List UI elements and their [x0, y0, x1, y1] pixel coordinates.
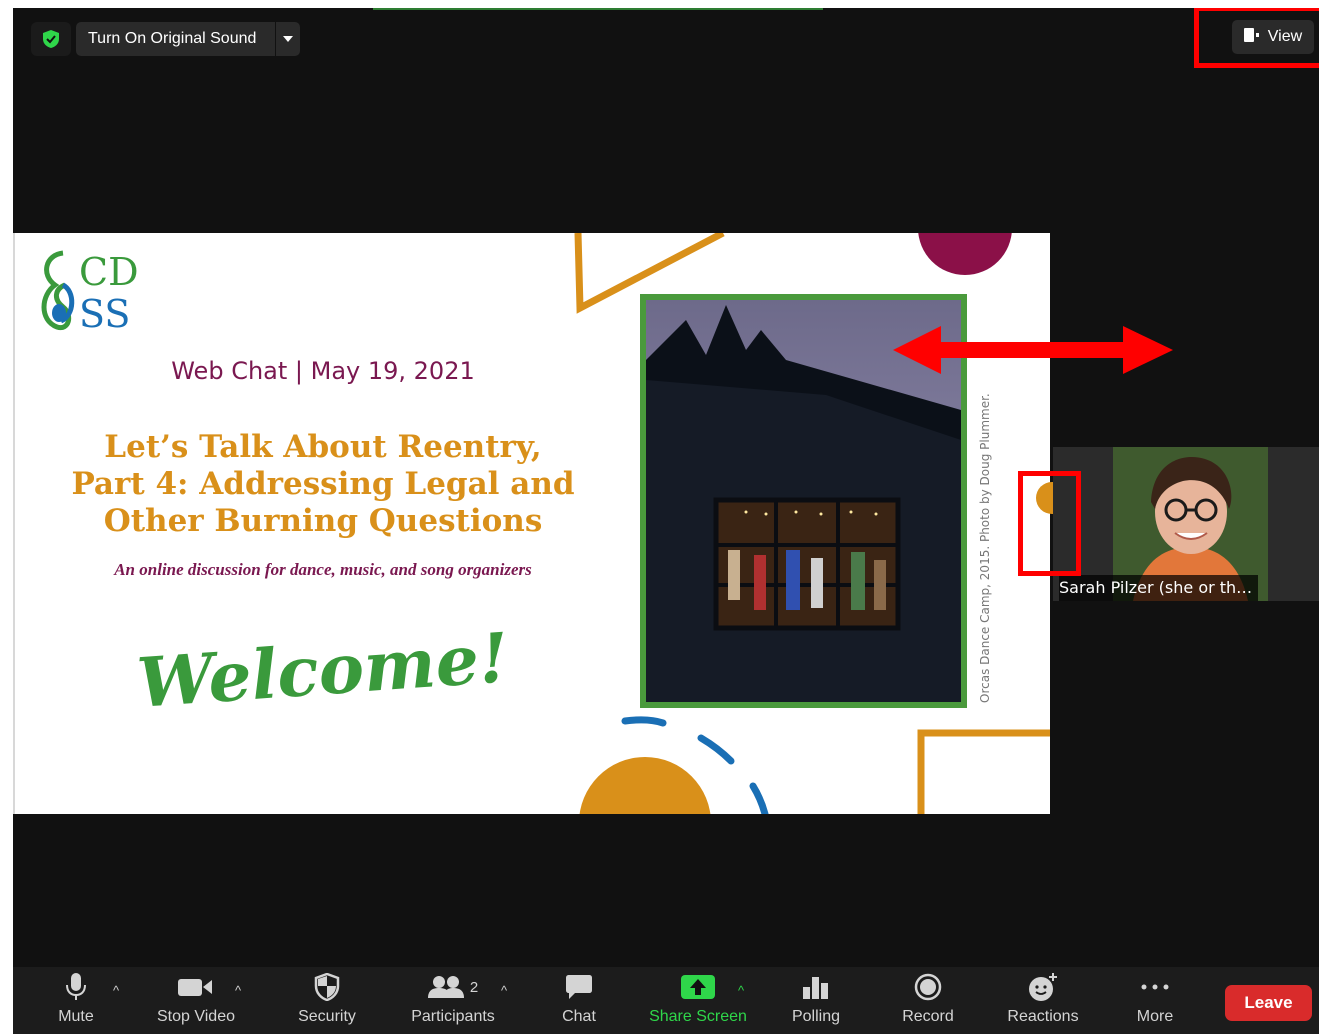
original-sound-label: Turn On Original Sound	[88, 30, 257, 47]
participants-count: 2	[469, 978, 479, 996]
security-button[interactable]: Security	[291, 967, 363, 1034]
reactions-button[interactable]: Reactions	[1003, 967, 1083, 1034]
stop-video-label: Stop Video	[157, 1008, 235, 1025]
shared-screen-slide: CD SS Web Chat | May 19, 2021 Let’s Talk…	[13, 233, 1050, 814]
view-layout-icon	[1243, 27, 1260, 47]
leave-button[interactable]: Leave	[1225, 985, 1312, 1021]
security-shield-icon	[314, 967, 340, 1007]
chat-bubble-icon	[565, 967, 593, 1007]
audio-options-caret-icon[interactable]: ^	[113, 983, 119, 998]
meeting-toolbar: Mute ^ Stop Video ^ Security 2 Participa…	[13, 967, 1319, 1034]
slide-subtitle: Web Chat | May 19, 2021	[171, 357, 475, 385]
share-screen-label: Share Screen	[649, 1008, 747, 1025]
annotation-double-arrow	[893, 326, 1173, 374]
stop-video-button[interactable]: Stop Video	[151, 967, 241, 1034]
record-label: Record	[902, 1008, 954, 1025]
more-dots-icon	[1141, 967, 1169, 1007]
logo-text-cd: CD	[79, 250, 139, 294]
mute-button[interactable]: Mute	[51, 967, 101, 1034]
security-label: Security	[298, 1008, 356, 1025]
chat-label: Chat	[562, 1008, 596, 1025]
encryption-shield-icon[interactable]	[31, 22, 71, 56]
record-icon	[914, 967, 942, 1007]
polling-label: Polling	[791, 1008, 841, 1025]
view-label: View	[1267, 28, 1303, 45]
video-options-caret-icon[interactable]: ^	[235, 983, 241, 998]
participants-label: Participants	[411, 1008, 495, 1025]
reactions-label: Reactions	[1007, 1008, 1079, 1025]
share-screen-button[interactable]: Share Screen	[643, 967, 753, 1034]
more-label: More	[1136, 1008, 1174, 1025]
slide-tagline: An online discussion for dance, music, a…	[114, 560, 532, 579]
slide-headline: Let’s Talk About Reentry, Part 4: Addres…	[13, 429, 633, 540]
headline-line-2: Part 4: Addressing Legal and	[71, 466, 575, 502]
reactions-emoji-icon	[1028, 967, 1058, 1007]
participants-options-caret-icon[interactable]: ^	[501, 983, 507, 998]
participants-button[interactable]: 2 Participants	[403, 967, 503, 1034]
share-screen-icon	[681, 967, 715, 1007]
mute-label: Mute	[58, 1008, 94, 1025]
participants-icon: 2	[427, 967, 479, 1007]
headline-line-3: Other Burning Questions	[103, 503, 543, 539]
video-camera-icon	[178, 967, 214, 1007]
original-sound-dropdown-icon[interactable]	[275, 22, 300, 56]
record-button[interactable]: Record	[899, 967, 957, 1034]
chat-button[interactable]: Chat	[555, 967, 603, 1034]
view-button[interactable]: View	[1232, 20, 1314, 54]
polling-chart-icon	[803, 967, 829, 1007]
microphone-icon	[65, 967, 87, 1007]
polling-button[interactable]: Polling	[787, 967, 845, 1034]
headline-line-1: Let’s Talk About Reentry,	[104, 429, 542, 465]
participant-video-tile[interactable]: Sarah Pilzer (she or th…	[1053, 447, 1319, 601]
photo-credit: Orcas Dance Camp, 2015. Photo by Doug Pl…	[978, 393, 992, 703]
zoom-meeting-window: Turn On Original Sound View CD SS Web Ch…	[13, 8, 1319, 1034]
cdss-logo: CD SS	[35, 245, 155, 340]
original-sound-button[interactable]: Turn On Original Sound	[76, 22, 300, 56]
active-speaker-indicator	[373, 8, 823, 10]
participant-name: Sarah Pilzer (she or th…	[1059, 575, 1259, 601]
logo-text-ss: SS	[79, 292, 130, 335]
share-options-caret-icon[interactable]: ^	[738, 983, 744, 998]
more-button[interactable]: More	[1127, 967, 1183, 1034]
